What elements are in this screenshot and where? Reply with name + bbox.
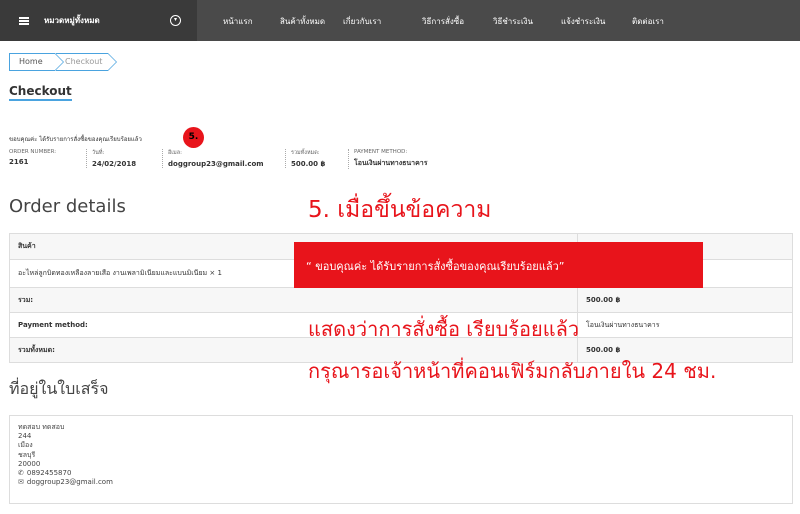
order-date-value: 24/02/2018 — [92, 160, 137, 168]
top-navbar: หมวดหมู่ทั้งหมด ▾ หน้าแรก สินค้าทั้งหมด … — [0, 0, 800, 41]
page-title: Checkout — [9, 84, 72, 98]
address-postcode: 20000 — [18, 459, 41, 468]
billing-address-box: ทดสอบ ทดสอบ 244 เมือง ชลบุรี 20000 ✆ 0892… — [9, 415, 793, 504]
order-total: รวมทั้งหมด: 500.00 ฿ — [285, 149, 325, 168]
chevron-down-icon: ▾ — [170, 15, 181, 26]
subtotal-value: 500.00 ฿ — [577, 287, 793, 313]
nav-item-how-to-order[interactable]: วิธีการสั่งซื้อ — [422, 15, 464, 28]
nav-item-all-products[interactable]: สินค้าทั้งหมด — [280, 15, 325, 28]
order-date-label: วันที่: — [92, 150, 105, 156]
breadcrumb-current: Checkout — [56, 53, 117, 71]
step-badge: 5. — [183, 127, 204, 148]
breadcrumb-home[interactable]: Home — [9, 53, 64, 71]
nav-item-home[interactable]: หน้าแรก — [223, 15, 253, 28]
nav-item-contact[interactable]: ติดต่อเรา — [632, 15, 664, 28]
address-phone-value: 0892455870 — [26, 469, 72, 478]
breadcrumb-current-label: Checkout — [65, 57, 103, 66]
order-details-heading: Order details — [9, 196, 126, 217]
phone-icon: ✆ — [18, 469, 24, 478]
order-total-label: รวมทั้งหมด: — [291, 150, 320, 156]
title-underline — [9, 99, 72, 101]
order-number-label: ORDER NUMBER: — [9, 149, 57, 155]
order-email-label: อีเมล: — [168, 150, 183, 156]
category-menu-button[interactable]: หมวดหมู่ทั้งหมด ▾ — [0, 0, 197, 41]
breadcrumb-home-label: Home — [19, 57, 43, 66]
nav-item-payment-notify[interactable]: แจ้งชำระเงิน — [561, 15, 605, 28]
annotation-quote: “ ขอบคุณค่ะ ได้รับรายการสั่งซื้อของคุณเร… — [306, 260, 565, 273]
nav-item-about[interactable]: เกี่ยวกับเรา — [343, 15, 381, 28]
annotation-quote-box: “ ขอบคุณค่ะ ได้รับรายการสั่งซื้อของคุณเร… — [294, 242, 703, 288]
annotation-line2: แสดงว่าการสั่งซื้อ เรียบร้อยแล้ว — [308, 317, 580, 341]
annotation-line3: กรุณารอเจ้าหน้าที่คอนเฟิร์มกลับภายใน 24 … — [308, 359, 717, 383]
order-email: อีเมล: doggroup23@gmail.com — [162, 149, 264, 168]
order-number: ORDER NUMBER: 2161 — [9, 149, 56, 166]
order-payment-method-value: โอนเงินผ่านทางธนาคาร — [354, 159, 428, 167]
order-email-value: doggroup23@gmail.com — [168, 160, 264, 168]
nav-item-payment-methods[interactable]: วิธีชำระเงิน — [493, 15, 533, 28]
billing-address-heading: ที่อยู่ในใบเสร็จ — [9, 379, 109, 398]
hamburger-icon — [19, 17, 29, 25]
address-name: ทดสอบ ทดสอบ — [18, 423, 65, 431]
address-email: ✉ doggroup23@gmail.com — [18, 478, 784, 487]
payment-method-value: โอนเงินผ่านทางธนาคาร — [577, 312, 793, 338]
subtotal-label: รวม: — [9, 287, 578, 313]
order-payment-method-label: PAYMENT METHOD: — [354, 149, 408, 155]
address-city: เมือง — [18, 441, 33, 450]
address-province: ชลบุรี — [18, 450, 36, 459]
envelope-icon: ✉ — [18, 478, 24, 487]
annotation-title: 5. เมื่อขึ้นข้อความ — [308, 197, 492, 223]
address-phone: ✆ 0892455870 — [18, 469, 784, 478]
address-line1: 244 — [18, 432, 32, 441]
category-menu-label: หมวดหมู่ทั้งหมด — [44, 16, 100, 25]
order-total-value: 500.00 ฿ — [291, 160, 326, 168]
thank-you-message: ขอบคุณค่ะ ได้รับรายการสั่งซื้อของคุณเรีย… — [9, 136, 142, 143]
order-number-value: 2161 — [9, 158, 29, 166]
table-row: รวม: 500.00 ฿ — [9, 287, 793, 313]
order-date: วันที่: 24/02/2018 — [86, 149, 136, 168]
order-payment-method: PAYMENT METHOD: โอนเงินผ่านทางธนาคาร — [348, 149, 428, 169]
address-email-value: doggroup23@gmail.com — [26, 478, 113, 487]
